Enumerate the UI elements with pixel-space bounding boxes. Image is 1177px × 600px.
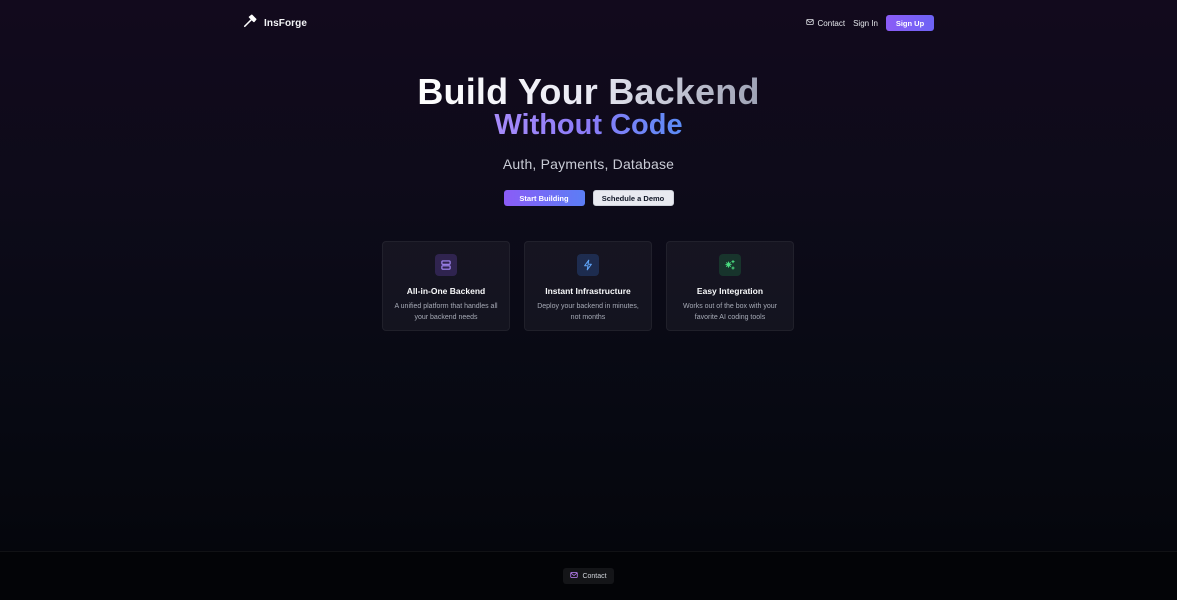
- schedule-demo-button[interactable]: Schedule a Demo: [592, 190, 674, 206]
- sparkles-icon: [719, 254, 741, 276]
- hero-title: Build Your Backend: [417, 71, 760, 112]
- sign-up-button[interactable]: Sign Up: [886, 15, 934, 31]
- hero-subtitle: Auth, Payments, Database: [502, 156, 675, 172]
- top-nav: InsForge Contact Sign In Sign Up: [0, 0, 1177, 46]
- contact-link-label: Contact: [817, 18, 846, 28]
- feature-card-all-in-one: All-in-One Backend A unified platform th…: [382, 241, 510, 331]
- nav-actions: Contact Sign In Sign Up: [805, 15, 934, 31]
- mail-icon: [805, 18, 814, 28]
- footer: Contact: [0, 551, 1177, 600]
- lightning-icon: [577, 254, 599, 276]
- contact-link[interactable]: Contact: [805, 18, 846, 28]
- footer-contact-label: Contact: [582, 572, 607, 580]
- feature-description: Deploy your backend in minutes, not mont…: [537, 303, 639, 321]
- feature-title: Easy Integration: [696, 286, 764, 296]
- mail-icon: [570, 571, 579, 581]
- feature-title: Instant Infrastructure: [545, 286, 631, 296]
- brand-name: InsForge: [264, 17, 308, 29]
- sign-in-link[interactable]: Sign In: [853, 19, 878, 28]
- feature-cards: All-in-One Backend A unified platform th…: [382, 241, 794, 331]
- server-icon: [435, 254, 457, 276]
- footer-contact-link[interactable]: Contact: [563, 568, 614, 584]
- feature-description: Works out of the box with your favorite …: [682, 303, 778, 321]
- hero-actions: Start Building Schedule a Demo: [0, 190, 1177, 206]
- hero: Build Your Backend Without Code Auth, Pa…: [0, 72, 1177, 206]
- hammer-icon: [243, 14, 257, 33]
- feature-description: A unified platform that handles all your…: [394, 303, 498, 321]
- start-building-button[interactable]: Start Building: [503, 190, 585, 206]
- hero-title-highlight: Without Code: [494, 109, 683, 141]
- brand-logo[interactable]: InsForge: [243, 14, 308, 33]
- feature-title: All-in-One Backend: [406, 286, 486, 296]
- feature-card-instant-infrastructure: Instant Infrastructure Deploy your backe…: [524, 241, 652, 331]
- feature-card-easy-integration: Easy Integration Works out of the box wi…: [666, 241, 794, 331]
